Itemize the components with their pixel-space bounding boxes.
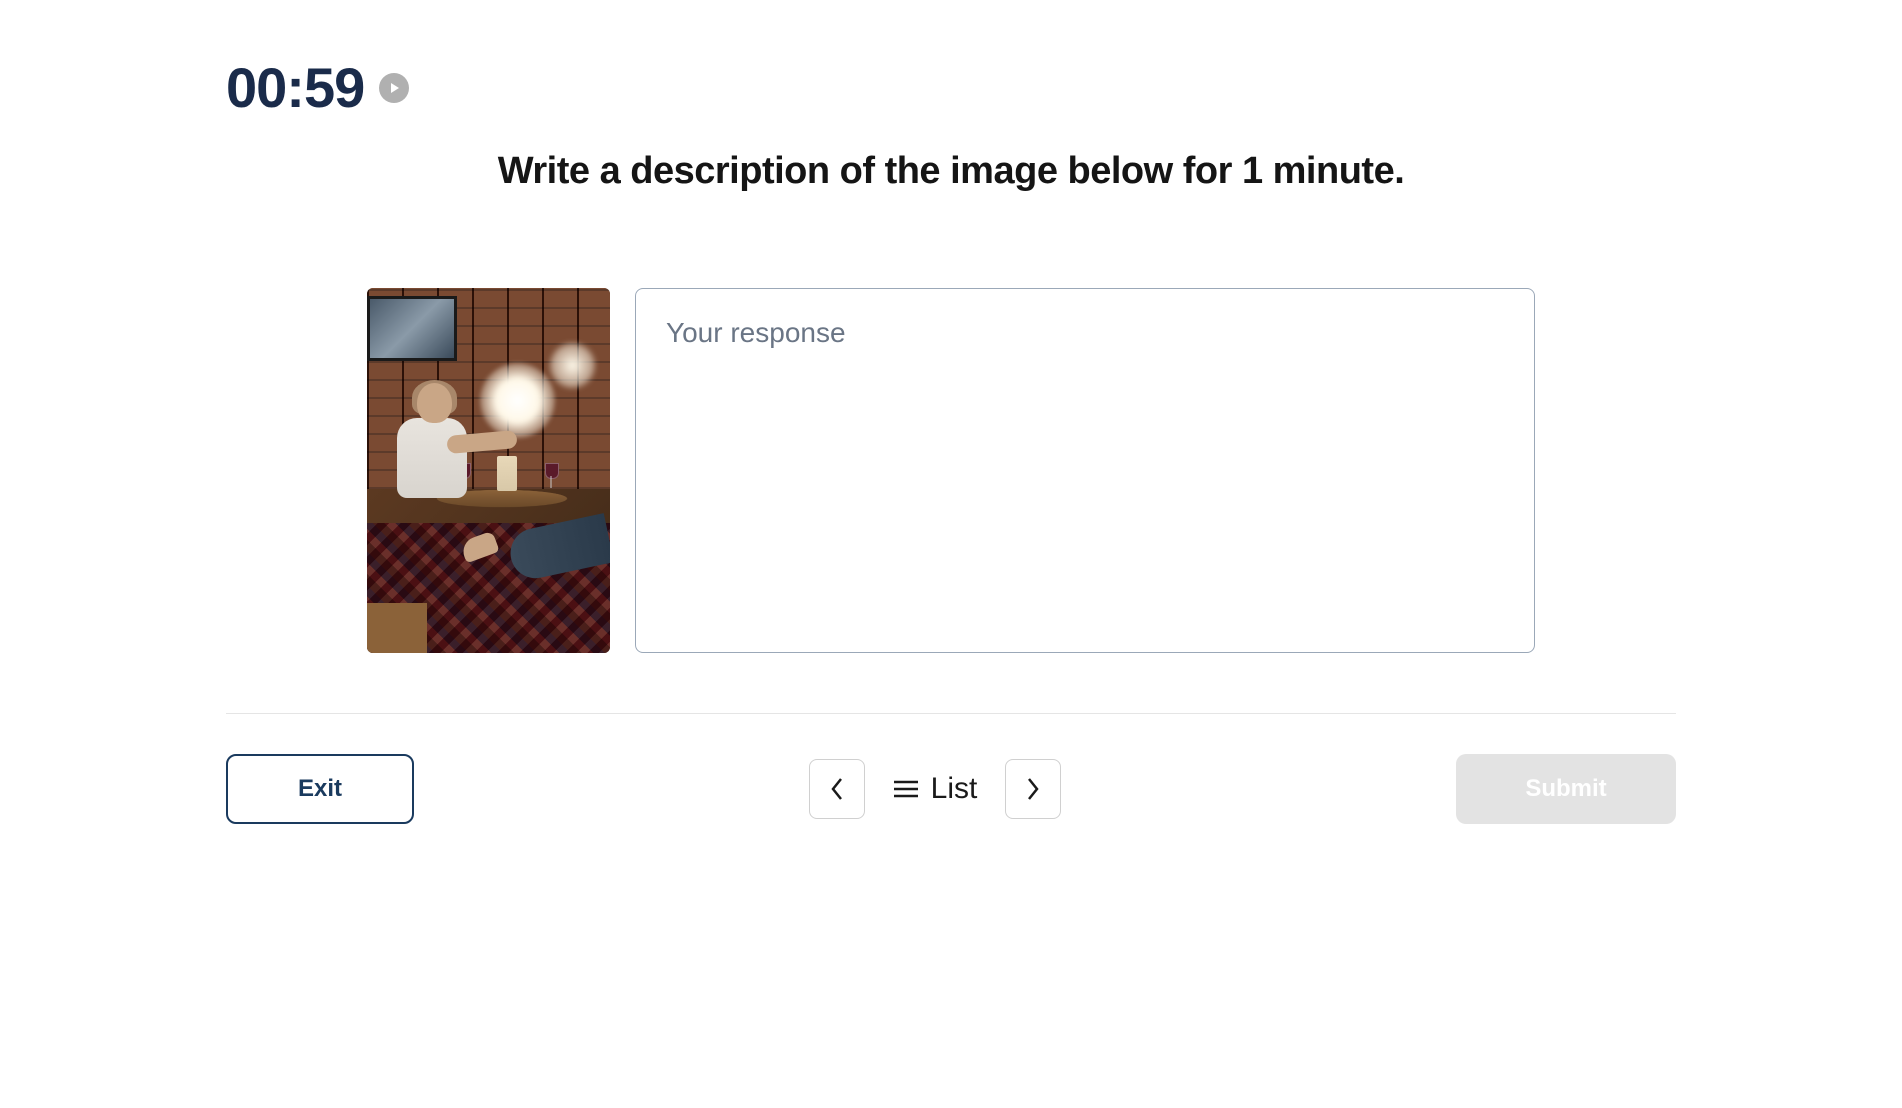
timer-row: 00:59	[226, 55, 1676, 120]
exit-button[interactable]: Exit	[226, 754, 414, 824]
chevron-left-icon	[830, 777, 844, 801]
prev-button[interactable]	[809, 759, 865, 819]
list-label: List	[931, 772, 978, 806]
prompt-title: Write a description of the image below f…	[226, 150, 1676, 193]
divider	[226, 713, 1676, 714]
footer-row: Exit List	[226, 754, 1676, 824]
play-icon	[389, 82, 401, 94]
chevron-right-icon	[1026, 777, 1040, 801]
play-button[interactable]	[379, 73, 409, 103]
main-container: 00:59 Write a description of the image b…	[226, 0, 1676, 824]
nav-group: List	[809, 759, 1062, 819]
response-textarea[interactable]	[635, 288, 1535, 653]
next-button[interactable]	[1005, 759, 1061, 819]
prompt-image	[367, 288, 610, 653]
content-row	[226, 288, 1676, 653]
submit-button[interactable]: Submit	[1456, 754, 1676, 824]
timer-display: 00:59	[226, 55, 364, 120]
list-icon	[893, 779, 919, 799]
list-button[interactable]: List	[885, 772, 986, 806]
